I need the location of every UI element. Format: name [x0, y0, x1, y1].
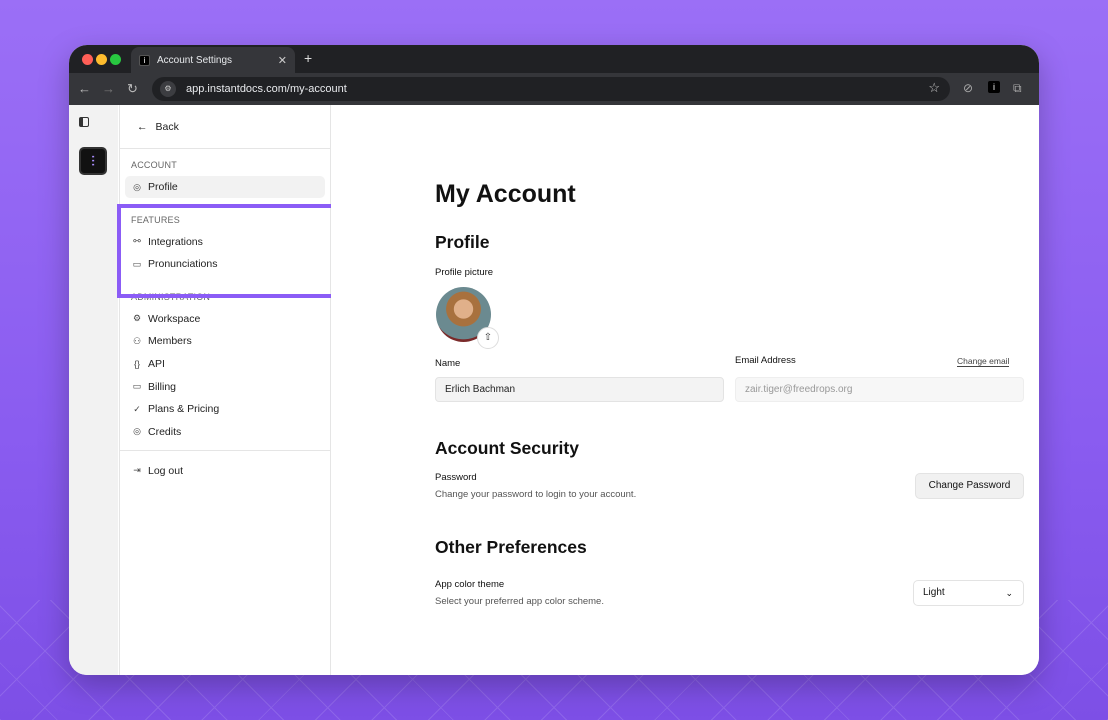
- profile-picture-label: Profile picture: [435, 267, 494, 278]
- preferences-heading: Other Preferences: [435, 537, 587, 557]
- upload-avatar-button[interactable]: ⇧: [477, 327, 499, 349]
- address-bar-row: ← → ↻ ⚙ app.instantdocs.com/my-account ☆…: [69, 73, 1039, 105]
- password-description: Change your password to login to your ac…: [435, 489, 637, 500]
- theme-value: Light: [923, 587, 945, 598]
- user-circle-icon: ◎: [133, 181, 141, 192]
- sidebar-item-credits[interactable]: ◎ Credits: [125, 421, 325, 443]
- sidebar-toggle-icon[interactable]: [79, 117, 89, 127]
- tab-title: Account Settings: [157, 54, 233, 66]
- sidebar-item-api[interactable]: {} API: [125, 353, 325, 375]
- bookmark-star-icon[interactable]: ☆: [928, 80, 940, 96]
- section-title: ACCOUNT: [131, 160, 177, 170]
- name-label: Name: [435, 358, 461, 369]
- logout-button[interactable]: ⇥ Log out: [125, 460, 325, 482]
- sidebar-item-members[interactable]: ⚇ Members: [125, 330, 325, 352]
- main-content: My Account Profile Profile picture ⇧ Nam…: [331, 105, 1039, 675]
- compass-icon[interactable]: ⊘: [963, 81, 973, 95]
- change-password-button[interactable]: Change Password: [915, 473, 1024, 499]
- back-arrow-icon[interactable]: ←: [78, 81, 91, 96]
- close-tab-icon[interactable]: ✕: [278, 54, 287, 67]
- email-input[interactable]: zair.tiger@freedrops.org: [735, 377, 1024, 402]
- sidebar-item-plans-pricing[interactable]: ✓ Plans & Pricing: [125, 398, 325, 420]
- sidebar-item-label: API: [148, 357, 165, 370]
- sidebar-item-label: Workspace: [148, 312, 201, 325]
- sidebar-item-label: Billing: [148, 380, 177, 393]
- sidebar-item-label: Credits: [148, 425, 182, 438]
- profile-heading: Profile: [435, 232, 490, 252]
- theme-label: App color theme: [435, 579, 505, 590]
- password-label: Password: [435, 472, 477, 483]
- logout-icon: ⇥: [133, 465, 141, 476]
- theme-select[interactable]: Light ⌄: [913, 580, 1024, 606]
- email-label: Email Address: [735, 355, 796, 366]
- braces-icon: {}: [133, 358, 140, 369]
- name-input[interactable]: Erlich Bachman: [435, 377, 724, 402]
- url-bar[interactable]: ⚙ app.instantdocs.com/my-account ☆: [152, 77, 950, 101]
- sidebar-item-profile[interactable]: ◎ Profile: [125, 176, 325, 198]
- sidebar-section-account: ACCOUNT ◎ Profile: [120, 149, 330, 198]
- sidebar-section-administration: ADMINISTRATION ⚙ Workspace ⚇ Members{} API ▭ Bi…: [120, 276, 330, 443]
- sidebar-item-billing[interactable]: ▭ Billing: [125, 376, 325, 398]
- browser-tab[interactable]: i Account Settings ✕: [131, 47, 295, 73]
- change-email-link[interactable]: Change email: [957, 356, 1010, 367]
- back-button[interactable]: ← Back: [120, 105, 330, 149]
- arrow-left-icon: ←: [137, 120, 148, 133]
- back-label: Back: [155, 120, 179, 133]
- extension-instantdocs-icon[interactable]: i: [988, 81, 1000, 93]
- settings-sidebar: ← Back ACCOUNT ◎ Profile FEATURES ⚯ Integratio…: [119, 105, 331, 675]
- gear-icon: ⚙: [132, 313, 142, 324]
- browser-window: i Account Settings ✕ + ← → ↻ ⚙ app.insta…: [69, 45, 1039, 675]
- users-icon: ⚇: [132, 335, 142, 346]
- sidebar-item-label: Profile: [148, 181, 178, 193]
- chevron-down-icon: ⌄: [1005, 588, 1013, 598]
- extensions-puzzle-icon[interactable]: ⧉: [1013, 81, 1022, 96]
- new-tab-button[interactable]: +: [304, 50, 312, 66]
- theme-description: Select your preferred app color scheme.: [435, 596, 604, 607]
- reload-icon[interactable]: ↻: [127, 81, 138, 97]
- minimize-window-button[interactable]: [96, 54, 107, 65]
- workspace-logo[interactable]: ⫶: [79, 147, 107, 175]
- check-circle-icon: ✓: [133, 403, 141, 414]
- credit-card-icon: ▭: [132, 381, 142, 392]
- security-heading: Account Security: [435, 438, 579, 458]
- forward-arrow-icon[interactable]: →: [102, 81, 115, 96]
- sidebar-item-workspace[interactable]: ⚙ Workspace: [125, 308, 325, 330]
- maximize-window-button[interactable]: [110, 54, 121, 65]
- app-rail: ⫶: [69, 105, 118, 675]
- sidebar-item-label: Members: [148, 335, 192, 348]
- sidebar-item-label: Plans & Pricing: [148, 403, 220, 416]
- tab-bar: i Account Settings ✕ +: [69, 45, 1039, 73]
- site-settings-icon[interactable]: ⚙: [160, 81, 176, 97]
- close-window-button[interactable]: [82, 54, 93, 65]
- coins-icon: ◎: [133, 426, 141, 437]
- url-text: app.instantdocs.com/my-account: [186, 83, 347, 95]
- favicon-icon: i: [139, 54, 150, 66]
- page-title: My Account: [435, 180, 576, 208]
- logout-label: Log out: [148, 464, 184, 477]
- highlight-box: [117, 204, 336, 298]
